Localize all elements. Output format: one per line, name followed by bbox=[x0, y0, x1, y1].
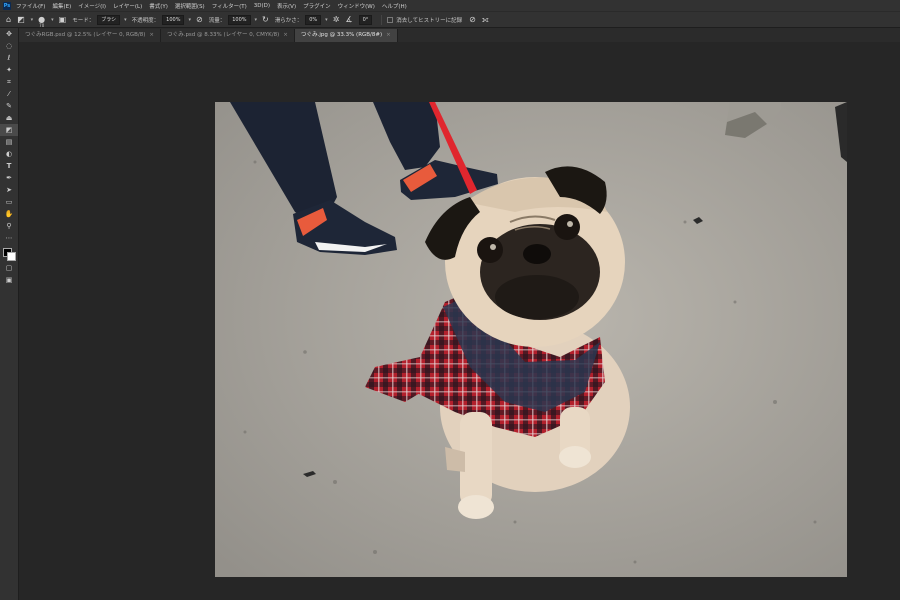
shape-icon[interactable]: ▭ bbox=[0, 196, 18, 208]
tab-document-2[interactable]: つぐみ.psd @ 8.33% (レイヤー 0, CMYK/8) × bbox=[161, 29, 295, 42]
chevron-down-icon[interactable]: ▾ bbox=[325, 17, 328, 23]
move-icon[interactable]: ✥ bbox=[0, 28, 18, 40]
workspace bbox=[19, 42, 900, 600]
menu-help[interactable]: ヘルプ(H) bbox=[382, 2, 407, 10]
flow-label: 流量： bbox=[208, 17, 226, 24]
divider bbox=[381, 14, 383, 25]
document-tabs: つぐみRGB.psd @ 12.5% (レイヤー 0, RGB/8) × つぐみ… bbox=[19, 28, 900, 42]
mode-select[interactable]: ブラシ bbox=[97, 14, 121, 25]
crop-icon[interactable]: ⌗ bbox=[0, 76, 18, 88]
smoothing-input[interactable]: 0% bbox=[305, 14, 322, 25]
brush-settings-icon[interactable]: ▣ bbox=[59, 15, 67, 24]
history-label: 消去してヒストリーに記録 bbox=[396, 17, 463, 24]
menu-filter[interactable]: フィルター(T) bbox=[212, 2, 247, 10]
chevron-down-icon[interactable]: ▾ bbox=[188, 17, 191, 23]
eyedropper-icon[interactable]: ⁄ bbox=[0, 88, 18, 100]
screen-mode-icon[interactable]: ▣ bbox=[0, 274, 18, 286]
stamp-icon[interactable]: ⏏ bbox=[0, 112, 18, 124]
chevron-down-icon[interactable]: ▾ bbox=[51, 17, 54, 23]
smoothing-label: 滑らかさ： bbox=[274, 17, 303, 24]
menu-bar: Ps ファイル(F) 編集(E) イメージ(I) レイヤー(L) 書式(Y) 選… bbox=[0, 0, 900, 11]
chevron-down-icon[interactable]: ▾ bbox=[31, 17, 34, 23]
opacity-label: 不透明度： bbox=[131, 17, 160, 24]
hand-icon[interactable]: ✋ bbox=[0, 208, 18, 220]
dodge-icon[interactable]: ◐ bbox=[0, 148, 18, 160]
menu-file[interactable]: ファイル(F) bbox=[16, 2, 45, 10]
tab-label: つぐみ.psd @ 8.33% (レイヤー 0, CMYK/8) bbox=[167, 32, 280, 38]
brush-icon[interactable]: ✎ bbox=[0, 100, 18, 112]
type-icon[interactable]: T bbox=[0, 160, 18, 172]
history-checkbox[interactable] bbox=[387, 16, 394, 23]
close-icon[interactable]: × bbox=[283, 29, 288, 42]
tab-document-3[interactable]: つぐみ.jpg @ 33.3% (RGB/8#) × bbox=[294, 29, 398, 42]
menu-image[interactable]: イメージ(I) bbox=[78, 2, 106, 10]
more-icon[interactable]: ⋯ bbox=[0, 232, 18, 244]
pug-photo bbox=[215, 102, 847, 577]
pressure-opacity-icon[interactable]: ⊘ bbox=[196, 15, 203, 24]
mode-label: モード： bbox=[72, 17, 95, 24]
zoom-icon[interactable]: ⚲ bbox=[0, 220, 18, 232]
menu-select[interactable]: 選択範囲(S) bbox=[175, 2, 205, 10]
tools-panel: ✥ ◌ ℓ ✦ ⌗ ⁄ ✎ ⏏ ◩ ▤ ◐ T ✒ ➤ ▭ ✋ ⚲ ⋯ ▢ ▣ bbox=[0, 28, 19, 600]
brush-preset-icon[interactable]: ● 70 bbox=[38, 15, 45, 28]
chevron-down-icon[interactable]: ▾ bbox=[255, 17, 258, 23]
options-bar: ⌂ ◩ ▾ ● 70 ▾ ▣ モード： ブラシ ▾ 不透明度： 100% ▾ ⊘ … bbox=[0, 11, 900, 28]
magic-wand-icon[interactable]: ✦ bbox=[0, 64, 18, 76]
menu-layer[interactable]: レイヤー(L) bbox=[113, 2, 142, 10]
flow-input[interactable]: 100% bbox=[228, 14, 251, 25]
menu-edit[interactable]: 編集(E) bbox=[52, 2, 71, 10]
angle-icon: ∡ bbox=[345, 14, 353, 24]
tab-label: つぐみ.jpg @ 33.3% (RGB/8#) bbox=[300, 32, 383, 38]
photoshop-logo[interactable]: Ps bbox=[3, 1, 11, 10]
symmetry-icon[interactable]: ⟗ bbox=[482, 15, 489, 24]
tab-label: つぐみRGB.psd @ 12.5% (レイヤー 0, RGB/8) bbox=[25, 32, 146, 38]
gradient-icon[interactable]: ▤ bbox=[0, 136, 18, 148]
background-color-swatch[interactable] bbox=[7, 252, 16, 261]
chevron-down-icon[interactable]: ▾ bbox=[124, 17, 127, 23]
quick-mask-icon[interactable]: ▢ bbox=[0, 262, 18, 274]
eraser-icon[interactable]: ◩ bbox=[0, 124, 18, 136]
home-icon[interactable]: ⌂ bbox=[6, 15, 11, 24]
menu-type[interactable]: 書式(Y) bbox=[149, 2, 168, 10]
tab-document-1[interactable]: つぐみRGB.psd @ 12.5% (レイヤー 0, RGB/8) × bbox=[19, 29, 162, 42]
color-swatches bbox=[0, 246, 18, 262]
menu-plugins[interactable]: プラグイン bbox=[303, 2, 331, 10]
angle-input[interactable]: 0° bbox=[358, 14, 373, 25]
menu-window[interactable]: ウィンドウ(W) bbox=[338, 2, 375, 10]
close-icon[interactable]: × bbox=[149, 29, 154, 42]
pen-icon[interactable]: ✒ bbox=[0, 172, 18, 184]
opacity-input[interactable]: 100% bbox=[162, 14, 185, 25]
document-canvas[interactable] bbox=[215, 102, 847, 577]
pressure-size-icon[interactable]: ⊘ bbox=[469, 15, 476, 24]
marquee-icon[interactable]: ◌ bbox=[0, 40, 18, 52]
eraser-tool-preset-icon[interactable]: ◩ bbox=[17, 15, 25, 24]
close-icon[interactable]: × bbox=[386, 29, 391, 42]
airbrush-icon[interactable]: ↻ bbox=[262, 15, 269, 24]
path-select-icon[interactable]: ➤ bbox=[0, 184, 18, 196]
lasso-icon[interactable]: ℓ bbox=[0, 52, 18, 64]
gear-icon[interactable]: ✲ bbox=[333, 15, 340, 24]
menu-3d[interactable]: 3D(D) bbox=[254, 3, 270, 9]
menu-view[interactable]: 表示(V) bbox=[277, 2, 296, 10]
